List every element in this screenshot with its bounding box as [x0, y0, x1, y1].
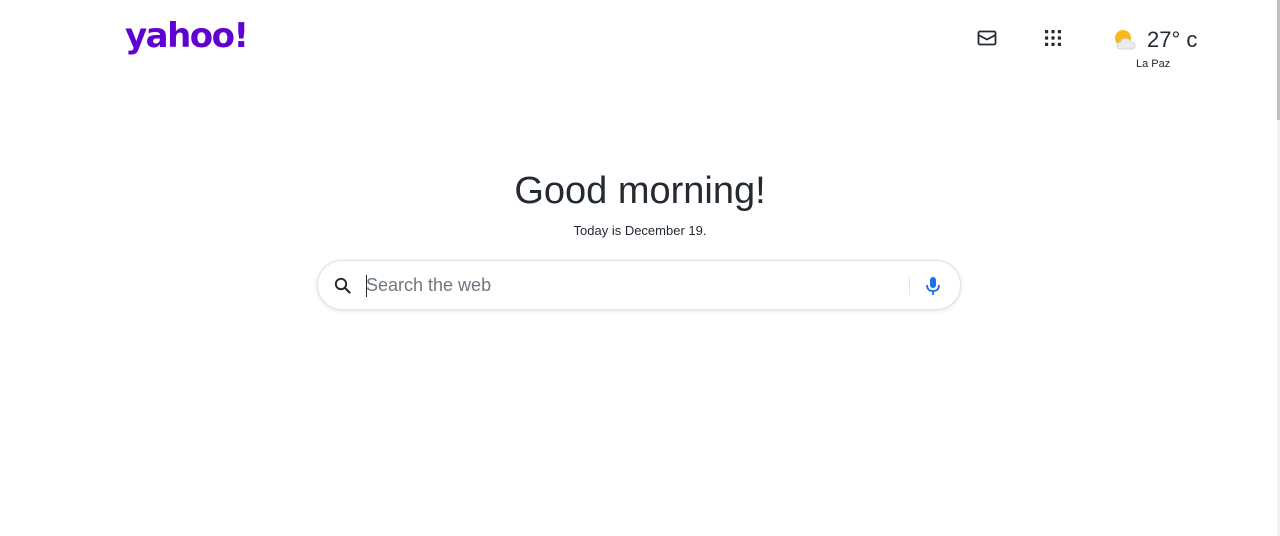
search-divider: [909, 277, 910, 295]
yahoo-logo[interactable]: yahoo!: [125, 14, 249, 58]
yahoo-home-page: yahoo! 27° c La Paz Good morning! Today …: [0, 0, 1280, 536]
weather-city: La Paz: [1136, 58, 1171, 70]
weather-temperature: 27° c: [1147, 27, 1198, 52]
apps-grid-icon[interactable]: [1039, 24, 1067, 52]
search-icon[interactable]: [333, 276, 353, 296]
greeting-title: Good morning!: [514, 170, 766, 212]
mail-icon[interactable]: [973, 24, 1001, 52]
weather-widget[interactable]: 27° c La Paz: [1112, 22, 1212, 78]
search-bar[interactable]: [317, 260, 961, 310]
partly-cloudy-icon: [1115, 30, 1136, 50]
microphone-icon[interactable]: [922, 275, 944, 297]
text-caret: [366, 275, 367, 297]
date-text: Today is December 19.: [573, 223, 707, 238]
search-input[interactable]: [366, 271, 896, 299]
